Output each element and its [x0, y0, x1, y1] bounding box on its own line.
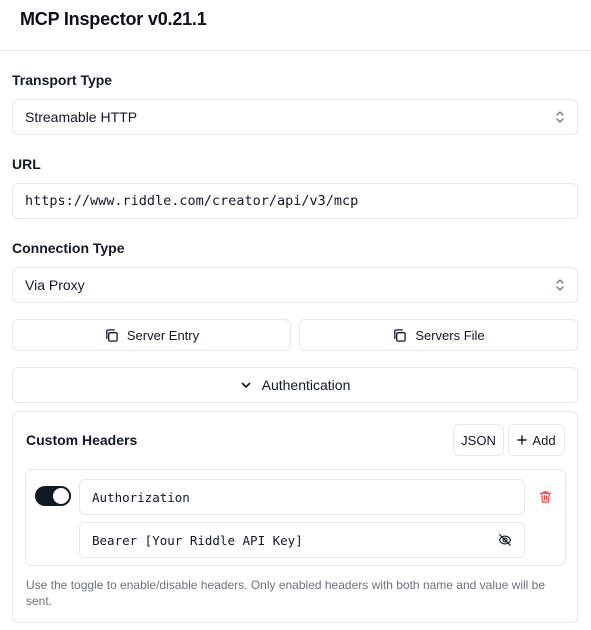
- url-label: URL: [12, 156, 41, 172]
- connection-type-value: Via Proxy: [25, 277, 85, 293]
- server-entry-button[interactable]: Server Entry: [12, 319, 291, 351]
- header-value-value: Bearer [Your Riddle API Key]: [92, 532, 303, 548]
- copy-icon: [394, 328, 407, 342]
- header-name-value: Authorization: [92, 489, 190, 505]
- app-header: MCP Inspector v0.21.1: [0, 0, 591, 51]
- custom-headers-hint: Use the toggle to enable/disable headers…: [26, 578, 546, 608]
- chevron-up-down-icon: [556, 279, 564, 291]
- copy-icon: [106, 328, 118, 342]
- plus-icon: [517, 435, 528, 445]
- url-input[interactable]: https://www.riddle.com/creator/api/v3/mc…: [12, 183, 578, 219]
- authentication-label: Authentication: [261, 377, 351, 393]
- eye-off-icon[interactable]: [498, 533, 512, 547]
- header-enabled-toggle[interactable]: [35, 486, 71, 506]
- servers-file-label: Servers File: [415, 327, 485, 343]
- url-value: https://www.riddle.com/creator/api/v3/mc…: [25, 193, 359, 209]
- json-button[interactable]: JSON: [453, 424, 504, 456]
- custom-headers-title: Custom Headers: [26, 432, 138, 448]
- header-name-input[interactable]: Authorization: [79, 479, 525, 515]
- transport-type-label: Transport Type: [12, 72, 113, 88]
- header-value-input[interactable]: Bearer [Your Riddle API Key]: [79, 522, 525, 558]
- transport-type-value: Streamable HTTP: [25, 109, 138, 125]
- trash-icon[interactable]: [539, 490, 552, 504]
- custom-headers-panel: Custom Headers JSON Add Authorization Be…: [12, 411, 578, 623]
- authentication-toggle-button[interactable]: Authentication: [12, 367, 578, 403]
- header-row: Authorization Bearer [Your Riddle API Ke…: [25, 469, 566, 566]
- connection-type-select[interactable]: Via Proxy: [12, 267, 578, 303]
- chevron-down-icon: [241, 382, 250, 388]
- json-button-label: JSON: [461, 432, 496, 448]
- toggle-knob: [53, 488, 69, 504]
- add-header-label: Add: [532, 432, 556, 448]
- app-title: MCP Inspector v0.21.1: [20, 9, 207, 29]
- server-entry-label: Server Entry: [126, 327, 200, 343]
- chevron-up-down-icon: [556, 111, 564, 123]
- transport-type-select[interactable]: Streamable HTTP: [12, 99, 578, 135]
- servers-file-button[interactable]: Servers File: [299, 319, 578, 351]
- connection-type-label: Connection Type: [12, 240, 125, 256]
- add-header-button[interactable]: Add: [508, 424, 565, 456]
